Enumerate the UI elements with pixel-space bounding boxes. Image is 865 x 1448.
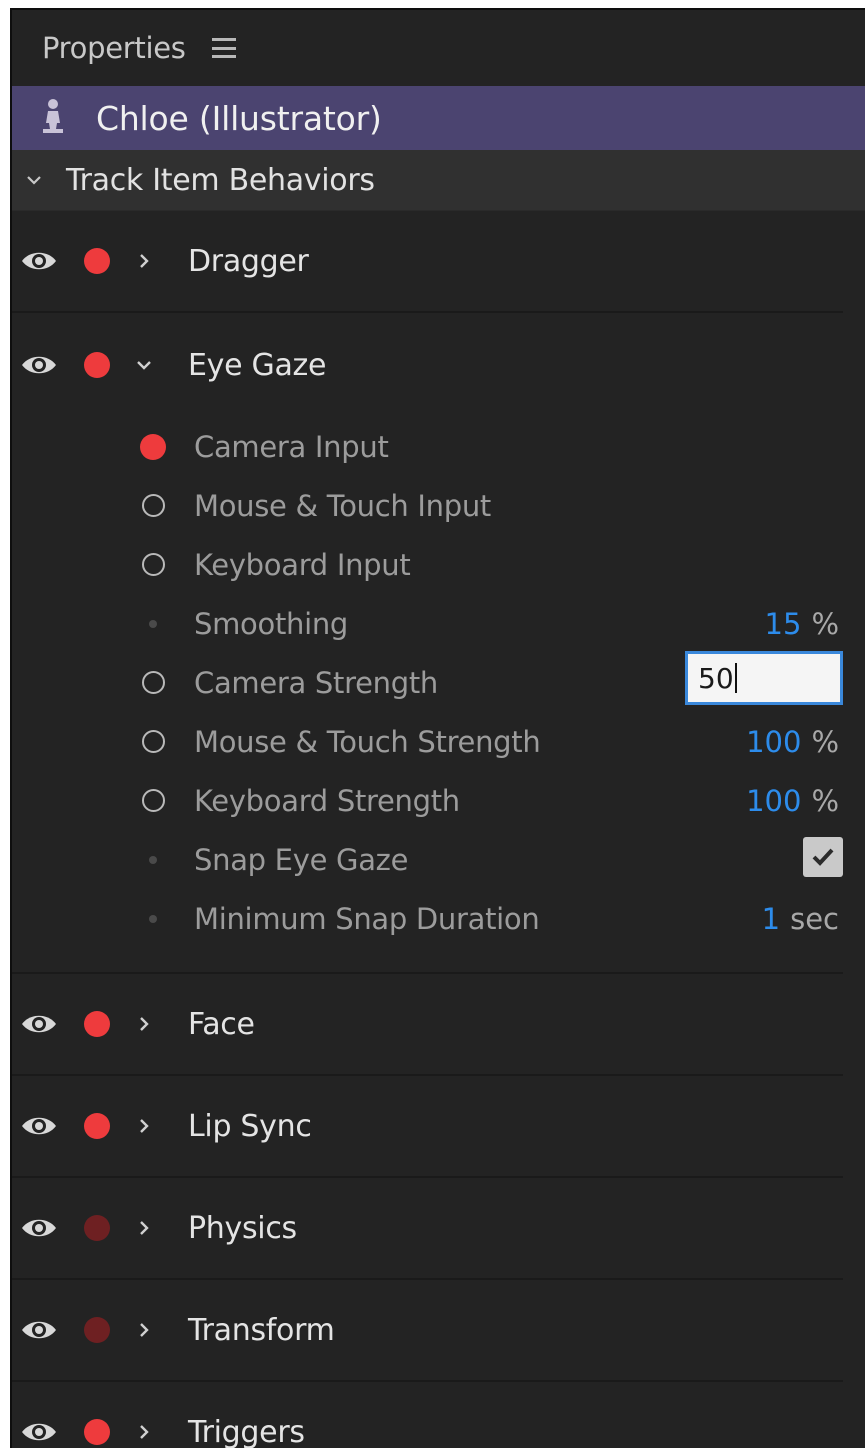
param-dot-indicator <box>138 619 168 628</box>
behavior-name: Triggers <box>188 1414 305 1448</box>
param-minimum-snap-duration: Minimum Snap Duration 1 sec <box>12 889 843 948</box>
chevron-right-icon[interactable] <box>134 250 154 272</box>
checkmark-icon <box>812 848 834 866</box>
eye-visibility-icon[interactable] <box>20 1420 58 1444</box>
behavior-name: Physics <box>188 1210 297 1246</box>
chevron-right-icon[interactable] <box>134 1319 154 1341</box>
param-label: Camera Strength <box>194 665 438 700</box>
chevron-right-icon[interactable] <box>134 1421 154 1443</box>
param-label: Mouse & Touch Input <box>194 488 491 523</box>
puppet-bar[interactable]: Chloe (Illustrator) <box>12 86 865 150</box>
record-arm-toggle[interactable] <box>84 1113 110 1139</box>
snap-eye-gaze-checkbox[interactable] <box>803 837 843 877</box>
unarmed-input-indicator[interactable] <box>138 494 168 517</box>
behavior-name: Transform <box>188 1312 335 1348</box>
unarmed-input-indicator[interactable] <box>138 553 168 576</box>
param-mouse-touch-input[interactable]: Mouse & Touch Input <box>12 476 843 535</box>
behavior-name: Eye Gaze <box>188 347 327 383</box>
camera-strength-input[interactable]: 50 <box>685 651 843 705</box>
param-keyboard-strength[interactable]: Keyboard Strength 100 % <box>12 771 843 830</box>
mouse-touch-strength-value: 100 % <box>746 712 839 771</box>
param-label: Snap Eye Gaze <box>194 842 409 877</box>
minimum-snap-duration-scrub-value[interactable]: 1 <box>762 902 780 936</box>
unarmed-input-indicator[interactable] <box>138 730 168 753</box>
param-label: Minimum Snap Duration <box>194 901 540 936</box>
record-arm-toggle[interactable] <box>84 1011 110 1037</box>
param-snap-eye-gaze: Snap Eye Gaze <box>12 830 843 889</box>
chevron-down-icon[interactable] <box>134 354 154 376</box>
param-smoothing: Smoothing 15 % <box>12 594 843 653</box>
param-label: Smoothing <box>194 606 349 641</box>
record-arm-toggle[interactable] <box>84 352 110 378</box>
chevron-right-icon[interactable] <box>134 1217 154 1239</box>
eye-visibility-icon[interactable] <box>20 1318 58 1342</box>
eye-visibility-icon[interactable] <box>20 249 58 273</box>
behavior-physics[interactable]: Physics <box>12 1178 843 1280</box>
record-arm-toggle[interactable] <box>84 1419 110 1445</box>
chevron-right-icon[interactable] <box>134 1013 154 1035</box>
behavior-transform[interactable]: Transform <box>12 1280 843 1382</box>
unit-label: % <box>811 606 839 641</box>
smoothing-value: 15 % <box>765 594 839 653</box>
properties-panel: Properties Chloe (Illustrator) Track Ite… <box>10 8 865 1448</box>
puppet-icon <box>43 99 63 133</box>
minimum-snap-duration-value: 1 sec <box>762 889 839 948</box>
keyboard-strength-scrub-value[interactable]: 100 <box>746 784 801 818</box>
text-caret <box>734 663 737 693</box>
hamburger-menu-icon[interactable] <box>211 38 236 58</box>
behavior-name: Face <box>188 1006 255 1042</box>
param-keyboard-input[interactable]: Keyboard Input <box>12 535 843 594</box>
eye-visibility-icon[interactable] <box>20 1216 58 1240</box>
chevron-down-icon[interactable] <box>24 170 44 190</box>
mouse-touch-strength-scrub-value[interactable]: 100 <box>746 725 801 759</box>
puppet-name: Chloe (Illustrator) <box>96 98 382 138</box>
param-dot-indicator <box>138 855 168 864</box>
eye-visibility-icon[interactable] <box>20 1012 58 1036</box>
param-label: Mouse & Touch Strength <box>194 724 541 759</box>
behavior-name: Lip Sync <box>188 1108 312 1144</box>
behavior-name: Dragger <box>188 243 309 279</box>
param-dot-indicator <box>138 914 168 923</box>
unit-label: % <box>811 724 839 759</box>
behavior-face[interactable]: Face <box>12 974 843 1076</box>
smoothing-scrub-value[interactable]: 15 <box>765 607 802 641</box>
behavior-lip-sync[interactable]: Lip Sync <box>12 1076 843 1178</box>
keyboard-strength-value: 100 % <box>746 771 839 830</box>
panel-header: Properties <box>12 10 865 86</box>
unarmed-input-indicator[interactable] <box>138 789 168 812</box>
eye-gaze-params: Camera Input Mouse & Touch Input Keyboar… <box>12 417 843 972</box>
unarmed-input-indicator[interactable] <box>138 671 168 694</box>
param-label: Keyboard Input <box>194 547 411 582</box>
record-arm-toggle[interactable] <box>84 248 110 274</box>
input-text: 50 <box>698 661 734 695</box>
behavior-dragger[interactable]: Dragger <box>12 211 843 313</box>
param-camera-input[interactable]: Camera Input <box>12 417 843 476</box>
section-label: Track Item Behaviors <box>66 162 375 198</box>
param-label: Camera Input <box>194 429 389 464</box>
record-arm-toggle[interactable] <box>84 1317 110 1343</box>
eye-visibility-icon[interactable] <box>20 1114 58 1138</box>
param-label: Keyboard Strength <box>194 783 460 818</box>
track-item-behaviors-header[interactable]: Track Item Behaviors <box>12 150 865 211</box>
chevron-right-icon[interactable] <box>134 1115 154 1137</box>
armed-input-indicator[interactable] <box>138 433 168 460</box>
param-mouse-touch-strength[interactable]: Mouse & Touch Strength 100 % <box>12 712 843 771</box>
record-arm-toggle[interactable] <box>84 1215 110 1241</box>
behavior-eye-gaze[interactable]: Eye Gaze Camera Input Mouse & Touch Inpu… <box>12 313 843 974</box>
behavior-triggers[interactable]: Triggers <box>12 1382 843 1448</box>
unit-label: % <box>811 783 839 818</box>
param-camera-strength[interactable]: Camera Strength 50 <box>12 651 843 712</box>
unit-label: sec <box>790 901 839 936</box>
eye-visibility-icon[interactable] <box>20 353 58 377</box>
panel-title: Properties <box>42 31 186 65</box>
